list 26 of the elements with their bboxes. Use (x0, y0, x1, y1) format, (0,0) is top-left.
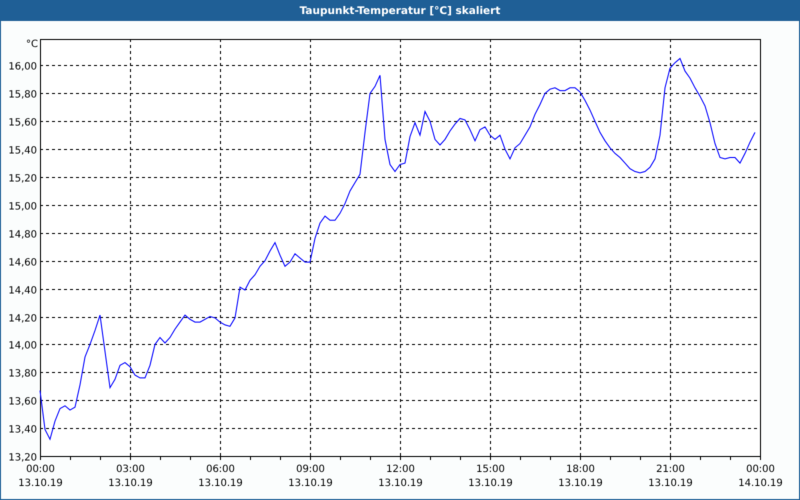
y-tick-label: 14,40 (8, 286, 37, 296)
x-tick-label: 00:00 13.10.19 (18, 464, 63, 489)
y-tick-label: 14,80 (8, 230, 37, 240)
x-tick-label: 06:00 13.10.19 (198, 464, 243, 489)
y-tick-label: 13,80 (8, 368, 37, 380)
x-tick-label: 00:00 14.10.19 (738, 464, 783, 489)
x-tick-label: 15:00 13.10.19 (468, 464, 513, 489)
x-tick-label: 12:00 13.10.19 (378, 464, 423, 489)
x-tick-label: 03:00 13.10.19 (108, 464, 153, 489)
y-tick-label: 15,60 (8, 118, 37, 128)
y-tick-label: 14,20 (8, 314, 37, 324)
x-tick-label: 21:00 13.10.19 (648, 464, 693, 489)
y-tick-label: 16,00 (8, 62, 37, 72)
y-tick-label: 15,00 (8, 202, 37, 212)
x-tick-label: 09:00 13.10.19 (288, 464, 333, 489)
y-tick-label: 15,40 (8, 146, 37, 156)
y-tick-label: 13,20 (8, 452, 37, 464)
y-tick-label: 13,40 (8, 424, 37, 436)
y-tick-label: 13,60 (8, 396, 37, 408)
window-title: Taupunkt-Temperatur [°C] skaliert (1, 0, 799, 21)
axis-unit-label: °C (26, 39, 38, 50)
y-tick-label: 14,60 (8, 258, 37, 268)
y-tick-label: 15,80 (8, 90, 37, 100)
y-tick-label: 15,20 (8, 174, 37, 184)
y-tick-label: 14,00 (8, 340, 37, 352)
x-tick-label: 18:00 13.10.19 (558, 464, 603, 489)
